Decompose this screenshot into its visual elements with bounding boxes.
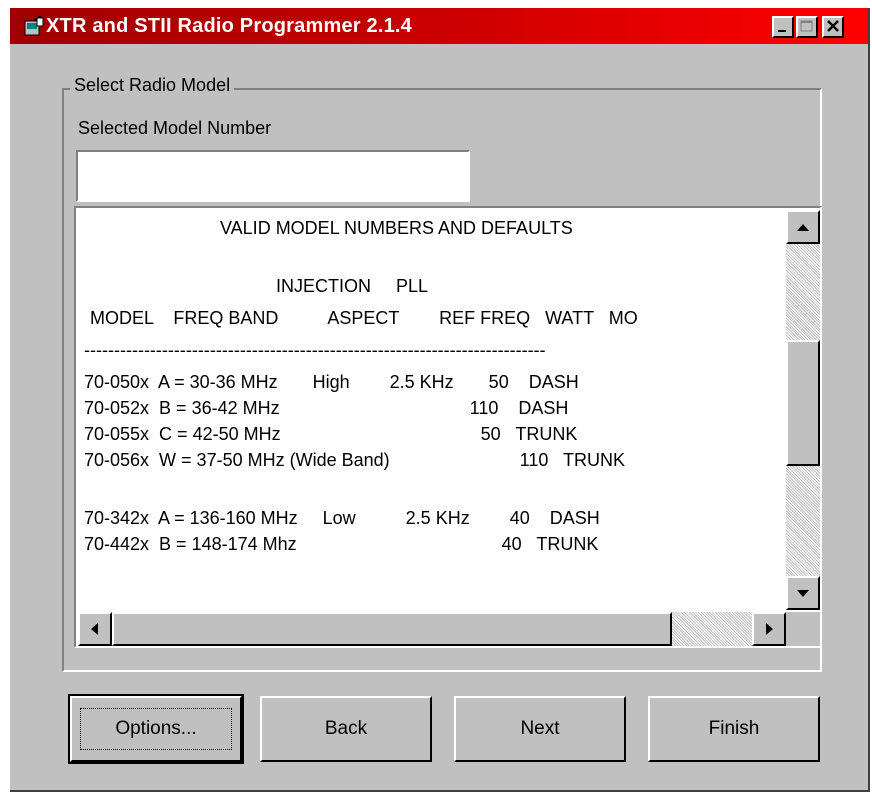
- title-bar[interactable]: XTR and STII Radio Programmer 2.1.4: [10, 8, 868, 44]
- model-list[interactable]: VALID MODEL NUMBERS AND DEFAULTS INJECTI…: [74, 206, 822, 648]
- list-separator: ----------------------------------------…: [84, 340, 546, 360]
- back-button-label: Back: [324, 718, 368, 739]
- finish-button[interactable]: Finish: [648, 696, 820, 762]
- arrow-left-icon: [91, 623, 98, 635]
- close-button[interactable]: [822, 16, 844, 38]
- app-window: XTR and STII Radio Programmer 2.1.4 Sele…: [10, 8, 870, 792]
- selected-model-label: Selected Model Number: [78, 118, 272, 138]
- next-button[interactable]: Next: [454, 696, 626, 762]
- minimize-button[interactable]: [772, 16, 794, 38]
- horizontal-scroll-thumb[interactable]: [112, 612, 672, 646]
- finish-button-label: Finish: [708, 718, 760, 739]
- selected-model-input[interactable]: [76, 150, 470, 202]
- back-button[interactable]: Back: [260, 696, 432, 762]
- arrow-down-icon: [797, 590, 809, 597]
- close-icon: [827, 20, 839, 32]
- options-button[interactable]: Options...: [68, 694, 244, 764]
- list-item[interactable]: 70-050x A = 30-36 MHz High 2.5 KHz 50 DA…: [84, 372, 579, 393]
- minimize-icon: [778, 30, 786, 32]
- list-header-line-1: INJECTION PLL: [276, 276, 429, 296]
- scroll-up-button[interactable]: [786, 210, 820, 244]
- vertical-scrollbar[interactable]: [786, 210, 820, 610]
- scrollbar-corner: [786, 612, 820, 646]
- scroll-left-button[interactable]: [78, 612, 112, 646]
- horizontal-scrollbar[interactable]: [78, 612, 786, 646]
- arrow-right-icon: [766, 623, 773, 635]
- maximize-button[interactable]: [796, 16, 818, 38]
- arrow-up-icon: [797, 224, 809, 231]
- window-title: XTR and STII Radio Programmer 2.1.4: [46, 15, 412, 37]
- vertical-scroll-thumb[interactable]: [786, 340, 820, 466]
- list-heading: VALID MODEL NUMBERS AND DEFAULTS: [220, 218, 573, 238]
- group-legend: Select Radio Model: [70, 75, 235, 96]
- list-header-line-2: MODEL FREQ BAND ASPECT REF FREQ WATT MO: [90, 308, 638, 328]
- list-item[interactable]: 70-056x W = 37-50 MHz (Wide Band) 110 TR…: [84, 450, 625, 471]
- next-button-label: Next: [520, 718, 560, 739]
- focus-rectangle: [80, 708, 232, 750]
- app-icon: [24, 16, 44, 36]
- scroll-right-button[interactable]: [752, 612, 786, 646]
- scroll-down-button[interactable]: [786, 576, 820, 610]
- list-item[interactable]: 70-055x C = 42-50 MHz 50 TRUNK: [84, 424, 577, 445]
- list-item[interactable]: 70-052x B = 36-42 MHz 110 DASH: [84, 398, 568, 419]
- maximize-icon: [800, 20, 813, 32]
- list-item[interactable]: 70-442x B = 148-174 Mhz 40 TRUNK: [84, 534, 598, 555]
- list-item[interactable]: 70-342x A = 136-160 MHz Low 2.5 KHz 40 D…: [84, 508, 600, 529]
